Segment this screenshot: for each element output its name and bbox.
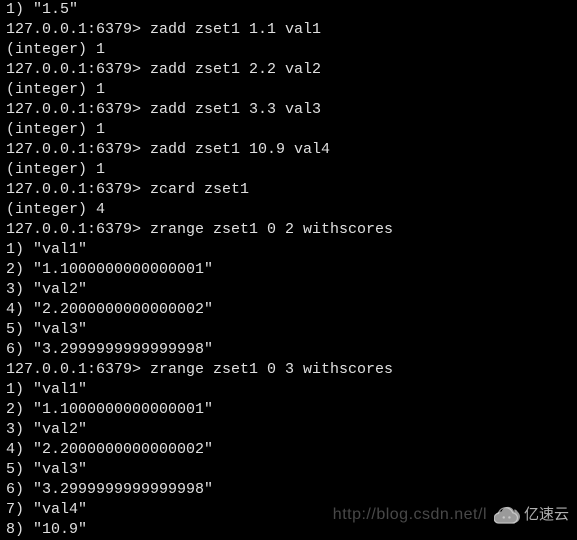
terminal-line: 2) "1.1000000000000001" <box>6 260 571 280</box>
terminal-line: 5) "val3" <box>6 320 571 340</box>
terminal-line: 4) "2.2000000000000002" <box>6 300 571 320</box>
terminal-line: 3) "val2" <box>6 280 571 300</box>
logo-wrapper: 亿速云 <box>494 505 569 525</box>
terminal-line: 127.0.0.1:6379> zadd zset1 1.1 val1 <box>6 20 571 40</box>
terminal-line: 127.0.0.1:6379> zrange zset1 0 2 withsco… <box>6 220 571 240</box>
terminal-line: 127.0.0.1:6379> zrange zset1 0 3 withsco… <box>6 360 571 380</box>
terminal-line: 2) "1.1000000000000001" <box>6 400 571 420</box>
terminal-line: 127.0.0.1:6379> zadd zset1 10.9 val4 <box>6 140 571 160</box>
terminal-output: 1) "1.5"127.0.0.1:6379> zadd zset1 1.1 v… <box>6 0 571 540</box>
terminal-line: 3) "val2" <box>6 420 571 440</box>
logo-text: 亿速云 <box>524 505 569 525</box>
terminal-line: 5) "val3" <box>6 460 571 480</box>
terminal-line: 6) "3.2999999999999998" <box>6 340 571 360</box>
terminal-line: 127.0.0.1:6379> zadd zset1 2.2 val2 <box>6 60 571 80</box>
terminal-line: (integer) 1 <box>6 40 571 60</box>
terminal-line: 4) "2.2000000000000002" <box>6 440 571 460</box>
terminal-line: 127.0.0.1:6379> zcard zset1 <box>6 180 571 200</box>
terminal-line: 1) "1.5" <box>6 0 571 20</box>
terminal-line: 127.0.0.1:6379> zadd zset1 3.3 val3 <box>6 100 571 120</box>
terminal-line: (integer) 1 <box>6 120 571 140</box>
terminal-line: (integer) 4 <box>6 200 571 220</box>
terminal-line: (integer) 1 <box>6 160 571 180</box>
cloud-icon <box>494 506 520 524</box>
terminal-line: 6) "3.2999999999999998" <box>6 480 571 500</box>
terminal-line: (integer) 1 <box>6 80 571 100</box>
terminal-line: 1) "val1" <box>6 380 571 400</box>
watermark-text: http://blog.csdn.net/l <box>333 505 487 525</box>
terminal-line: 1) "val1" <box>6 240 571 260</box>
